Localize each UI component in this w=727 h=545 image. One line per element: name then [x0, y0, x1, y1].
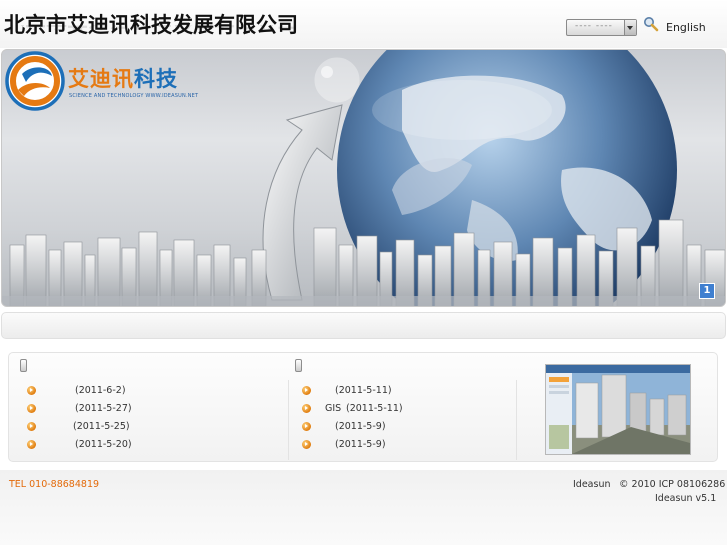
- search-icon[interactable]: [643, 16, 659, 32]
- site-title-reflection: 北京市艾迪讯科技发展有限公司: [4, 25, 298, 35]
- news-right-header-icon: [295, 359, 302, 372]
- logo-main: 艾迪讯: [68, 67, 134, 91]
- bullet-icon: [302, 404, 311, 413]
- product-screenshot-thumbnail[interactable]: [545, 364, 691, 455]
- news-item[interactable]: (2011-5-9): [335, 439, 386, 450]
- news-item[interactable]: (2011-5-9): [335, 421, 386, 432]
- news-item[interactable]: (2011-5-25): [73, 421, 130, 432]
- logo-subtitle: SCIENCE AND TECHNOLOGY WWW.IDEASUN.NET: [69, 93, 199, 99]
- hero-banner: 艾迪讯科技 SCIENCE AND TECHNOLOGY WWW.IDEASUN…: [1, 49, 726, 307]
- chevron-down-icon[interactable]: [624, 20, 636, 35]
- footer-icp: © 2010 ICP 08106286: [619, 479, 726, 490]
- slide-indicator[interactable]: 1: [699, 283, 715, 299]
- language-select[interactable]: ---- ----: [566, 19, 637, 36]
- bullet-icon: [27, 422, 36, 431]
- bullet-icon: [302, 386, 311, 395]
- language-select-value: ---- ----: [575, 21, 613, 31]
- logo-text: 艾迪讯科技: [68, 63, 178, 93]
- news-left-header-icon: [20, 359, 27, 372]
- news-item[interactable]: (2011-6-2): [75, 385, 126, 396]
- header: 北京市艾迪讯科技发展有限公司 北京市艾迪讯科技发展有限公司 ---- ---- …: [0, 0, 727, 48]
- footer-company: Ideasun: [573, 479, 611, 490]
- news-item-prefix: GIS: [325, 403, 342, 414]
- thumbnail-image: [546, 365, 690, 454]
- news-item[interactable]: (2011-5-20): [75, 439, 132, 450]
- news-item[interactable]: (2011-5-11): [346, 403, 403, 414]
- english-link[interactable]: English: [666, 21, 706, 34]
- news-divider-2: [516, 380, 517, 460]
- footer: [0, 470, 727, 545]
- news-item[interactable]: (2011-5-27): [75, 403, 132, 414]
- bullet-icon: [27, 440, 36, 449]
- logo-accent: 科技: [134, 67, 178, 91]
- bullet-icon: [27, 386, 36, 395]
- nav-bar: [1, 312, 726, 339]
- footer-version: Ideasun v5.1: [655, 493, 717, 504]
- footer-phone: TEL 010-88684819: [9, 479, 100, 490]
- bullet-icon: [302, 422, 311, 431]
- news-divider: [288, 380, 289, 460]
- news-item[interactable]: (2011-5-11): [335, 385, 392, 396]
- bullet-icon: [27, 404, 36, 413]
- bullet-icon: [302, 440, 311, 449]
